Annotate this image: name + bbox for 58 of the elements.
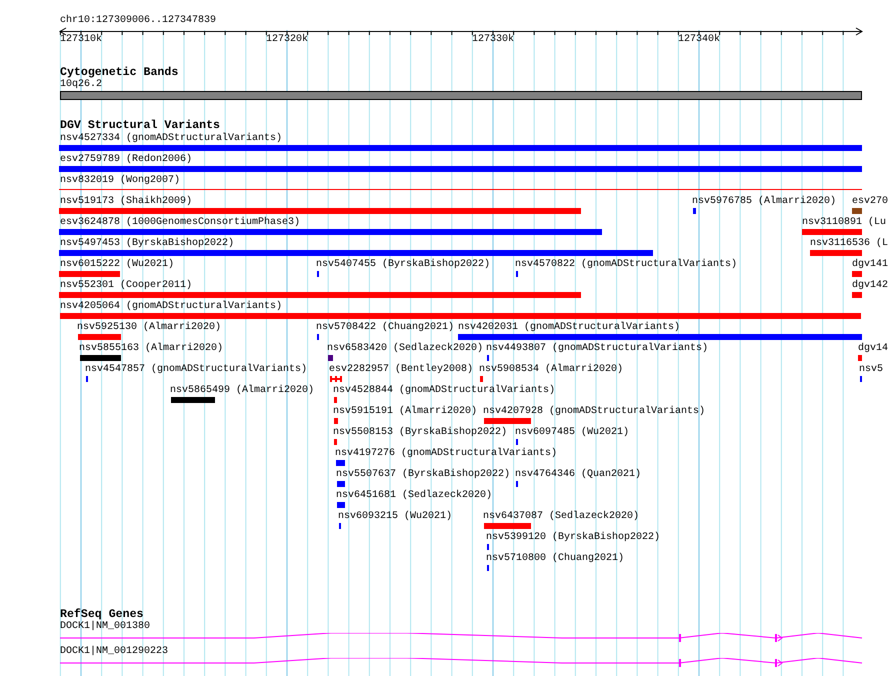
variant-label: nsv5865499 (Almarri2020) [170,385,314,397]
variant-label: nsv6093215 (Wu2021) [338,511,452,523]
variant-label: esv3624878 (1000GenomesConsortiumPhase3) [60,217,300,229]
variant-label: esv2282957 (Bentley2008) [329,364,474,376]
variant-label: nsv6451681 (Sedlazeck2020) [336,490,492,502]
band-bar[interactable] [60,91,862,100]
variant-label: esv2759789 (Redon2006) [60,154,192,166]
variant-label: nsv5915191 (Almarri2020) [333,406,478,418]
variant-label: nsv4570822 (gnomADStructuralVariants) [515,259,738,271]
variant-label: nsv5508153 (ByrskaBishop2022) [333,427,508,439]
tick-label: 127330k [472,34,514,46]
variant-label: nsv5976785 (Almarri2020) [692,196,836,208]
variant-label: nsv5925130 (Almarri2020) [77,322,222,334]
variant-label: nsv519173 (Shaikh2009) [60,196,192,208]
tick-label: 127340k [678,34,720,46]
variant-label: nsv5710800 (Chuang2021) [486,553,624,565]
variant-label: nsv3110891 (Lu [802,217,886,229]
variant-label: nsv6437087 (Sedlazeck2020) [483,511,640,523]
variant-label: nsv552301 (Cooper2011) [60,280,192,292]
variant-label: nsv3116536 (L [810,238,888,250]
variant-label: nsv4493807 (gnomADStructuralVariants) [486,343,708,355]
variant-label: esv270 [852,196,888,208]
gene-label: DOCK1|NM_001290223 [60,646,168,658]
location-label: chr10:127309006..127347839 [60,15,216,27]
variant-label: nsv4547857 (gnomADStructuralVariants) [85,364,308,376]
variant-label: nsv4764346 (Quan2021) [515,469,642,481]
track-title: DGV Structural Variants [60,120,220,132]
variant-label: nsv832019 (Wong2007) [60,175,180,187]
band-label: 10q26.2 [60,79,102,91]
tick-label: 127310k [60,34,102,46]
gene-drawing[interactable] [60,633,862,642]
variant-label: nsv5708422 (Chuang2021) [316,322,454,334]
gene-drawing[interactable] [60,658,862,667]
variant-label: nsv4205064 (gnomADStructuralVariants) [60,301,282,313]
variant-label: nsv6097485 (Wu2021) [515,427,630,439]
variant-label: nsv5855163 (Almarri2020) [79,343,224,355]
variant-label: nsv4207928 (gnomADStructuralVariants) [483,406,706,418]
variant-label: nsv6015222 (Wu2021) [60,259,174,271]
variant-bar[interactable] [330,376,342,382]
variant-label: nsv5908534 (Almarri2020) [479,364,624,376]
variant-label: nsv5407455 (ByrskaBishop2022) [316,259,490,271]
variant-label: nsv5 [859,364,884,376]
variant-label: dgv141 [852,259,888,271]
variant-label: nsv6583420 (Sedlazeck2020) [327,343,484,355]
variant-label: nsv4527334 (gnomADStructuralVariants) [60,133,282,145]
track-title: Cytogenetic Bands [60,67,178,79]
gene-label: DOCK1|NM_001380 [60,621,150,633]
tick-label: 127320k [266,34,308,46]
variant-label: nsv4528844 (gnomADStructuralVariants) [333,385,556,397]
variant-label: nsv4197276 (gnomADStructuralVariants) [335,448,558,460]
variant-label: nsv5399120 (ByrskaBishop2022) [486,532,660,544]
variant-line[interactable] [59,189,862,190]
track-title: RefSeq Genes [60,609,144,621]
variant-label: nsv4202031 (gnomADStructuralVariants) [458,322,680,334]
variant-label: dgv142 [852,280,888,292]
variant-label: nsv5507637 (ByrskaBishop2022) [336,469,510,481]
variant-label: nsv5497453 (ByrskaBishop2022) [60,238,234,250]
variant-label: dgv14 [858,343,888,355]
